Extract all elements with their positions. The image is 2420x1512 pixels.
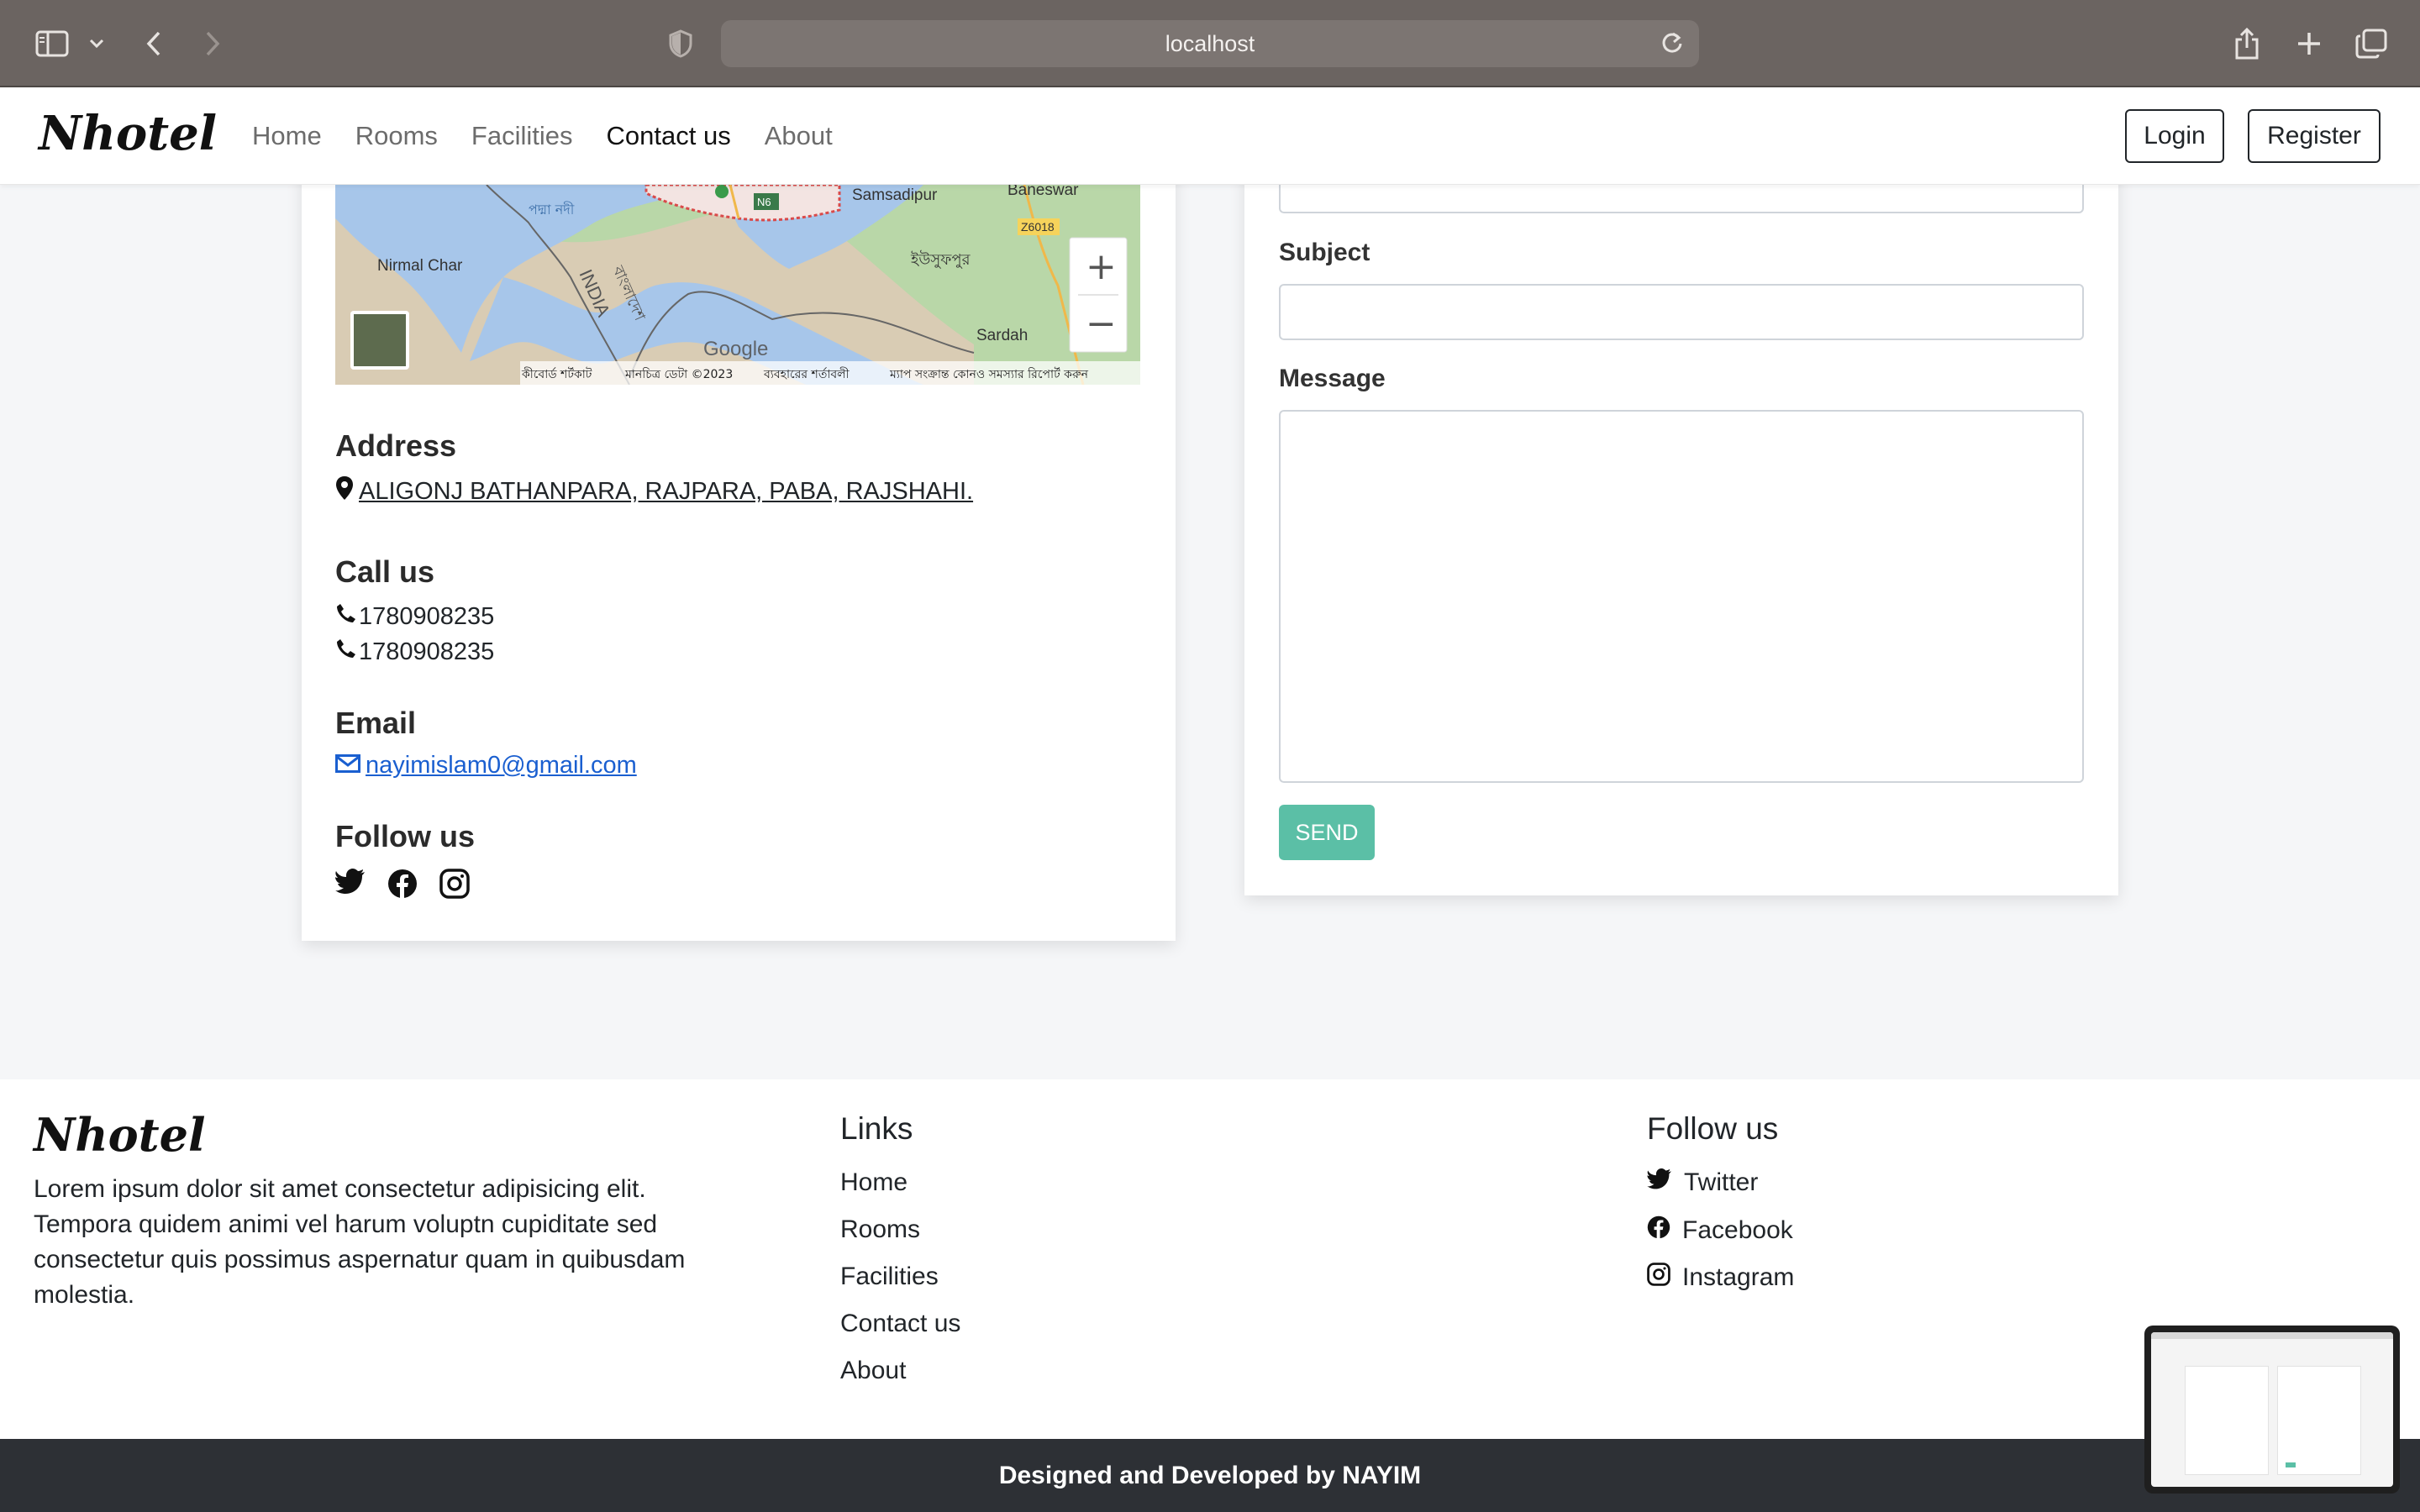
login-button[interactable]: Login (2125, 109, 2224, 163)
social-icons-row (335, 869, 470, 902)
instagram-icon (1647, 1263, 1670, 1293)
site-navbar: Nhotel Home Rooms Facilities Contact us … (0, 87, 2420, 185)
back-icon[interactable] (141, 25, 166, 62)
forward-icon[interactable] (200, 25, 225, 62)
sidebar-icon[interactable] (34, 25, 71, 62)
email-row: nayimislam0@gmail.com (335, 752, 637, 780)
site-footer: Nhotel Lorem ipsum dolor sit amet consec… (0, 1079, 2420, 1439)
map-report[interactable]: ম্যাপ সংক্রান্ত কোনও সমস্যার রিপোর্ট করু… (889, 367, 1089, 381)
instagram-icon[interactable] (439, 869, 470, 902)
map-road-z6018: Z6018 (1021, 220, 1055, 234)
email-title: Email (335, 706, 417, 740)
subject-input[interactable] (1279, 284, 2084, 340)
facebook-icon (1647, 1215, 1670, 1246)
google-map[interactable]: পদ্মা নদী Samsadipur Baneswar Nirmal Cha… (335, 185, 1140, 385)
screenshot-thumbnail-preview (2151, 1332, 2393, 1487)
message-textarea[interactable] (1279, 410, 2084, 783)
map-label-river: পদ্মা নদী (529, 202, 575, 218)
phone-row-2: 1780908235 (335, 638, 494, 666)
tabs-icon[interactable] (2354, 25, 2388, 62)
map-label-baneswar: Baneswar (1007, 185, 1079, 199)
screenshot-thumbnail[interactable] (2144, 1326, 2400, 1494)
map-label-yusufpur: ইউসুফপুর (910, 250, 971, 269)
call-title: Call us (335, 554, 435, 589)
footer-follow-title: Follow us (1647, 1111, 1779, 1146)
nav-link-rooms[interactable]: Rooms (355, 121, 438, 151)
facebook-icon[interactable] (387, 869, 418, 902)
zoom-out-button[interactable]: − (1086, 302, 1117, 345)
footer-link-home[interactable]: Home (840, 1168, 908, 1197)
share-icon[interactable] (2232, 25, 2262, 62)
map-data-credit: মানচিত্র ডেটা ©2023 (624, 367, 733, 381)
register-button[interactable]: Register (2248, 109, 2381, 163)
copyright-bar: Designed and Developed by NAYIM (0, 1439, 2420, 1512)
address-row: ALIGONJ BATHANPARA, RAJPARA, PABA, RAJSH… (335, 475, 973, 507)
footer-brand: Nhotel (34, 1108, 206, 1162)
footer-description: Lorem ipsum dolor sit amet consectetur a… (34, 1175, 686, 1309)
phone-number-2[interactable]: 1780908235 (359, 638, 494, 666)
phone-icon (335, 602, 357, 631)
email-link[interactable]: nayimislam0@gmail.com (366, 752, 637, 780)
footer-link-rooms[interactable]: Rooms (840, 1215, 920, 1244)
footer-facebook-link[interactable]: Facebook (1647, 1215, 1793, 1246)
follow-title: Follow us (335, 819, 475, 853)
nav-link-home[interactable]: Home (252, 121, 322, 151)
message-label: Message (1279, 365, 1386, 392)
map-label-sardah: Sardah (976, 327, 1028, 344)
map-terms[interactable]: ব্যবহারের শর্তাবলী (763, 367, 850, 381)
footer-instagram-label: Instagram (1682, 1263, 1795, 1291)
footer-facebook-label: Facebook (1682, 1216, 1793, 1244)
footer-link-facilities[interactable]: Facilities (840, 1263, 939, 1291)
location-pin-icon (335, 475, 354, 507)
send-button[interactable]: SEND (1279, 805, 1375, 860)
reload-icon[interactable] (1660, 30, 1684, 59)
new-tab-icon[interactable] (2294, 25, 2324, 62)
footer-instagram-link[interactable]: Instagram (1647, 1263, 1794, 1293)
map-keyboard-shortcuts[interactable]: কীবোর্ড শর্টকাট (521, 367, 592, 381)
zoom-in-button[interactable]: + (1086, 245, 1117, 288)
phone-number-1[interactable]: 1780908235 (359, 603, 494, 631)
brand-logo[interactable]: Nhotel (39, 106, 217, 161)
browser-toolbar: localhost (0, 0, 2420, 87)
phone-row-1: 1780908235 (335, 602, 494, 631)
nav-links: Home Rooms Facilities Contact us About (252, 87, 833, 185)
footer-twitter-label: Twitter (1684, 1168, 1759, 1196)
address-link[interactable]: ALIGONJ BATHANPARA, RAJPARA, PABA, RAJSH… (359, 478, 973, 506)
nav-link-contact[interactable]: Contact us (607, 121, 731, 151)
nav-link-facilities[interactable]: Facilities (471, 121, 573, 151)
nav-link-about[interactable]: About (765, 121, 833, 151)
map-label-nirmal-char: Nirmal Char (377, 257, 463, 275)
map-road-n6: N6 (757, 196, 771, 208)
address-title: Address (335, 428, 457, 463)
map-satellite-toggle[interactable] (350, 311, 409, 370)
envelope-icon (335, 752, 360, 780)
footer-twitter-link[interactable]: Twitter (1647, 1168, 1758, 1197)
subject-label: Subject (1279, 239, 1370, 266)
chevron-down-icon[interactable] (87, 25, 106, 62)
footer-links-title: Links (840, 1111, 913, 1146)
map-label-samsadipur: Samsadipur (852, 186, 938, 204)
twitter-icon (1647, 1168, 1672, 1197)
footer-link-about[interactable]: About (840, 1357, 906, 1385)
twitter-icon[interactable] (335, 869, 366, 902)
shield-icon[interactable] (666, 25, 696, 62)
url-text: localhost (1165, 30, 1255, 56)
address-bar[interactable]: localhost (721, 20, 1699, 67)
footer-link-contact[interactable]: Contact us (840, 1310, 960, 1338)
phone-icon (335, 638, 357, 666)
google-logo: Google (703, 338, 768, 360)
